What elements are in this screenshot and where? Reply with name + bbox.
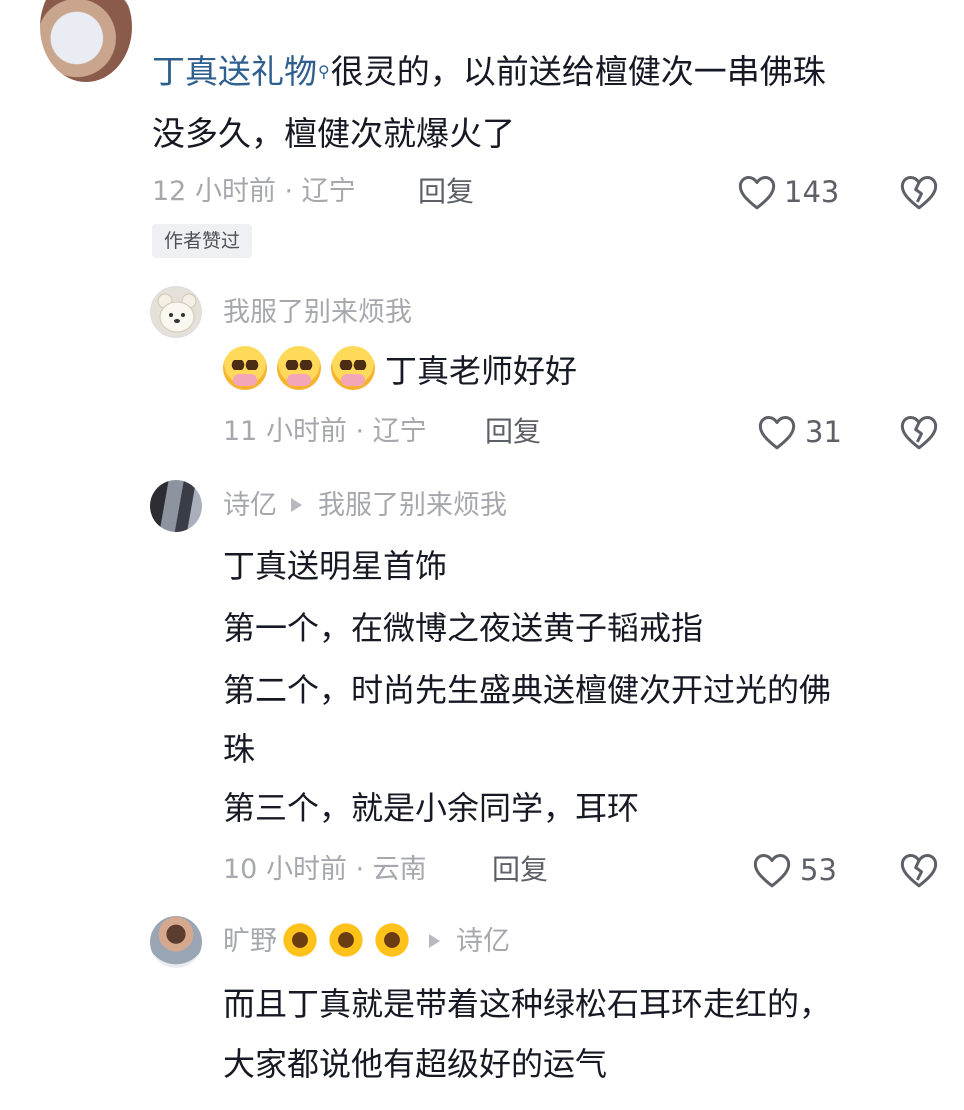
avatar[interactable]: [150, 286, 202, 338]
heart-outline-icon[interactable]: [737, 173, 777, 211]
like-count: 143: [784, 175, 840, 209]
comment-text: 第一个，在微博之夜送黄子韬戒指: [223, 609, 704, 647]
comment-text: 大家都说他有超级好的运气: [223, 1045, 608, 1083]
comment-meta: 12 小时前 · 辽宁: [152, 176, 356, 207]
comment-text: 很灵的，以前送给檀健次一串佛珠: [330, 52, 826, 91]
comment-text: 而且丁真就是带着这种绿松石耳环走红的，: [223, 985, 832, 1023]
avatar[interactable]: [150, 480, 202, 532]
broken-heart-icon[interactable]: [899, 413, 939, 451]
sunflower-emoji-icon: [283, 923, 317, 957]
comment-text: 珠: [223, 730, 256, 768]
heart-outline-icon[interactable]: [752, 851, 792, 889]
comment-text: 第二个，时尚先生盛典送檀健次开过光的佛: [223, 671, 832, 709]
pleading-emoji-icon: [277, 346, 321, 390]
reply-button[interactable]: 回复: [418, 172, 474, 212]
comment-text-line: 丁真老师好好: [223, 340, 577, 402]
avatar[interactable]: [40, 0, 132, 82]
username[interactable]: 旷野: [223, 926, 277, 957]
pleading-emoji-icon: [223, 346, 267, 390]
triangle-right-icon: [429, 934, 440, 948]
like-count: 53: [800, 853, 837, 887]
search-icon[interactable]: ⚲: [318, 62, 330, 81]
username[interactable]: 诗亿: [223, 490, 277, 521]
search-link[interactable]: 丁真送礼物: [152, 52, 317, 91]
reply-to-username[interactable]: 我服了别来烦我: [318, 490, 507, 521]
sunflower-emoji-icon: [329, 923, 363, 957]
comment-text: 第三个，就是小余同学，耳环: [223, 789, 640, 827]
comment-text-line: 丁真送礼物⚲很灵的，以前送给檀健次一串佛珠: [152, 48, 826, 96]
avatar[interactable]: [150, 916, 202, 968]
heart-outline-icon[interactable]: [757, 413, 797, 451]
reply-header: 旷野 诗亿: [223, 922, 510, 962]
pleading-emoji-icon: [331, 346, 375, 390]
reply-button[interactable]: 回复: [492, 850, 548, 890]
broken-heart-icon[interactable]: [899, 851, 939, 889]
comment-text: 丁真送明星首饰: [223, 547, 448, 585]
comment-meta: 11 小时前 · 辽宁: [223, 416, 427, 447]
username[interactable]: 我服了别来烦我: [223, 293, 412, 333]
sunflower-emoji-icon: [375, 923, 409, 957]
broken-heart-icon[interactable]: [899, 173, 939, 211]
comment-meta: 10 小时前 · 云南: [223, 854, 427, 885]
triangle-right-icon: [291, 498, 302, 512]
reply-header: 诗亿 我服了别来烦我: [223, 486, 507, 526]
comment-text: 没多久，檀健次就爆火了: [152, 114, 515, 153]
like-count: 31: [805, 415, 842, 449]
author-liked-badge: 作者赞过: [152, 224, 253, 258]
reply-to-username[interactable]: 诗亿: [456, 926, 510, 957]
comment-text: 丁真老师好好: [385, 352, 578, 390]
bear-avatar-icon: [157, 293, 197, 333]
reply-button[interactable]: 回复: [485, 412, 541, 452]
